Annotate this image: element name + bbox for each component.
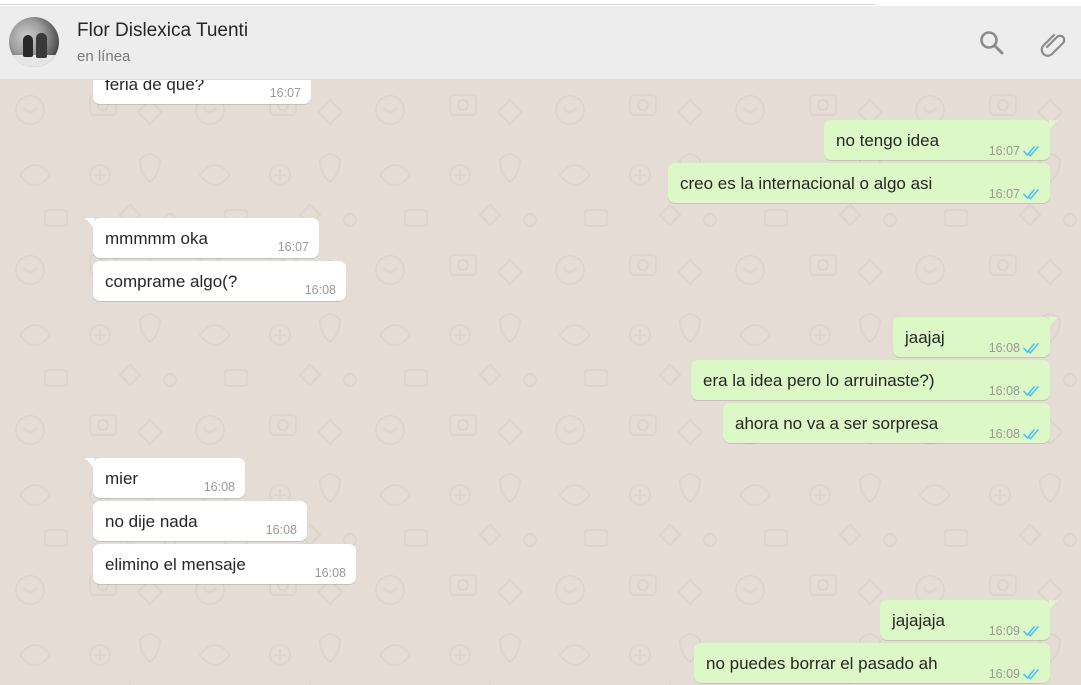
double-check-icon <box>1023 626 1039 637</box>
message-bubble-incoming[interactable]: elimino el mensaje 16:08 <box>93 544 356 584</box>
message-text: era la idea pero lo arruinaste?) <box>703 371 935 390</box>
message-bubble-outgoing[interactable]: era la idea pero lo arruinaste?) 16:08 <box>691 360 1050 400</box>
search-icon[interactable] <box>977 28 1007 58</box>
double-check-icon <box>1023 429 1039 440</box>
message-time: 16:09 <box>988 667 1020 681</box>
message-time: 16:08 <box>203 480 235 494</box>
message-text: jajajaja <box>892 611 945 630</box>
message-bubble-outgoing[interactable]: jajajaja 16:09 <box>880 600 1058 640</box>
message-bubble-incoming[interactable]: mier 16:08 <box>85 458 245 498</box>
double-check-icon <box>1023 343 1039 354</box>
message-time: 16:08 <box>304 283 336 297</box>
message-time: 16:08 <box>988 341 1020 355</box>
conversation-panel[interactable]: feria de que? 16:07 no tengo idea 16:07 … <box>0 80 1081 685</box>
message-time: 16:07 <box>269 86 301 100</box>
message-time: 16:08 <box>314 566 346 580</box>
message-text: ahora no va a ser sorpresa <box>735 414 939 433</box>
message-time: 16:07 <box>277 240 309 254</box>
message-text: mmmmm oka <box>105 229 208 248</box>
double-check-icon <box>1023 146 1039 157</box>
bubble-tail <box>85 458 94 468</box>
divider <box>0 4 875 5</box>
message-bubble-outgoing[interactable]: no tengo idea 16:07 <box>824 120 1058 160</box>
message-time: 16:08 <box>988 384 1020 398</box>
message-bubble-incoming[interactable]: mmmmm oka 16:07 <box>85 218 319 258</box>
message-time: 16:07 <box>988 144 1020 158</box>
message-text: mier <box>105 469 139 488</box>
message-bubble-incoming[interactable]: feria de que? 16:07 <box>93 80 311 104</box>
message-text: comprame algo(? <box>105 272 238 291</box>
paperclip-icon[interactable] <box>1039 28 1069 58</box>
contact-name[interactable]: Flor Dislexica Tuenti <box>77 20 248 42</box>
message-text: feria de que? <box>105 80 205 94</box>
double-check-icon <box>1023 669 1039 680</box>
message-bubble-outgoing[interactable]: no puedes borrar el pasado ah 16:09 <box>694 643 1050 683</box>
message-bubble-outgoing[interactable]: jaajaj 16:08 <box>893 317 1058 357</box>
message-text: creo es la internacional o algo asi <box>680 174 933 193</box>
message-text: no dije nada <box>105 512 198 531</box>
avatar[interactable] <box>9 17 59 67</box>
message-text: elimino el mensaje <box>105 555 246 574</box>
double-check-icon <box>1023 386 1039 397</box>
bubble-tail <box>85 218 94 228</box>
message-time: 16:08 <box>988 427 1020 441</box>
message-text: no puedes borrar el pasado ah <box>706 654 938 673</box>
bubble-tail <box>1049 120 1058 130</box>
message-bubble-incoming[interactable]: no dije nada 16:08 <box>93 501 307 541</box>
double-check-icon <box>1023 189 1039 200</box>
bubble-tail <box>1049 317 1058 327</box>
contact-status: en línea <box>77 48 131 65</box>
message-time: 16:09 <box>988 624 1020 638</box>
message-bubble-incoming[interactable]: comprame algo(? 16:08 <box>93 261 346 301</box>
message-bubble-outgoing[interactable]: ahora no va a ser sorpresa 16:08 <box>723 403 1050 443</box>
message-text: no tengo idea <box>836 131 940 150</box>
message-text: jaajaj <box>905 328 945 347</box>
chat-header: Flor Dislexica Tuenti en línea <box>0 6 1081 80</box>
message-bubble-outgoing[interactable]: creo es la internacional o algo asi 16:0… <box>668 163 1050 203</box>
bubble-tail <box>1049 600 1058 610</box>
message-time: 16:07 <box>988 187 1020 201</box>
message-time: 16:08 <box>265 523 297 537</box>
chat-window: Flor Dislexica Tuenti en línea feria de … <box>0 0 1081 685</box>
